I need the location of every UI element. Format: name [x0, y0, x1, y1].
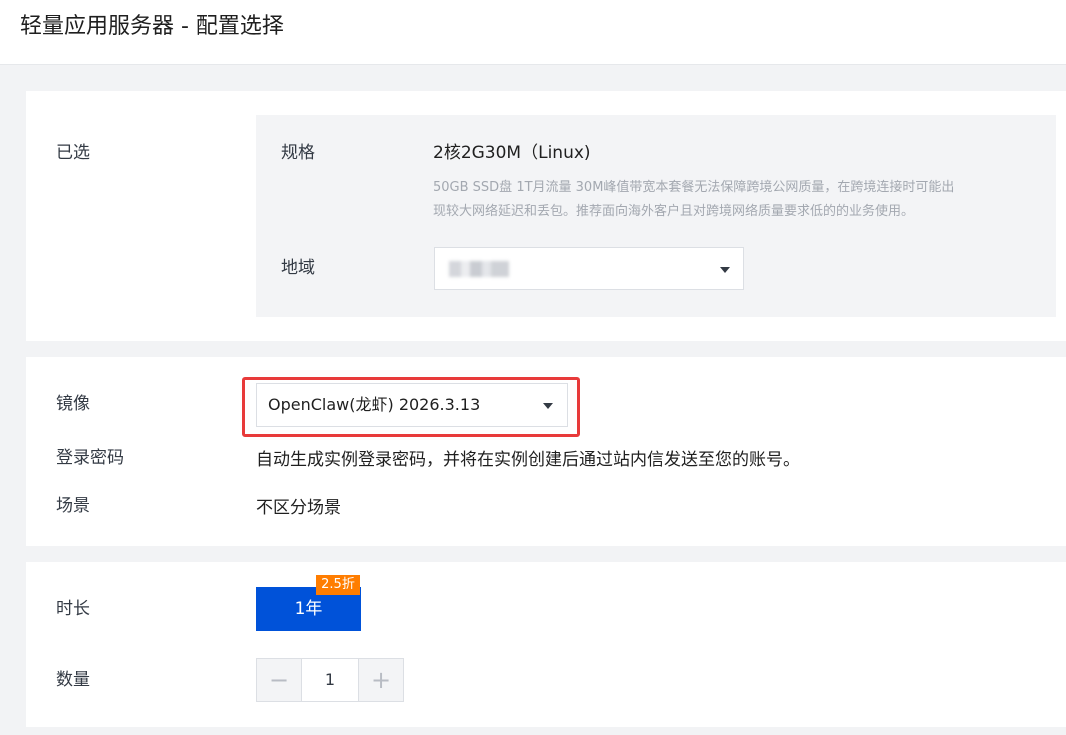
- chevron-down-icon: [720, 267, 730, 273]
- password-label: 登录密码: [56, 448, 124, 468]
- duration-label: 时长: [56, 599, 90, 619]
- increment-button[interactable]: +: [358, 659, 403, 701]
- selected-label: 已选: [56, 143, 90, 163]
- scene-label: 场景: [56, 496, 90, 516]
- password-text: 自动生成实例登录密码，并将在实例创建后通过站内信发送至您的账号。: [256, 450, 800, 470]
- selected-config-section: 已选 规格 2核2G30M（Linux) 50GB SSD盘 1T月流量 30M…: [26, 91, 1066, 341]
- selected-config-box: 规格 2核2G30M（Linux) 50GB SSD盘 1T月流量 30M峰值带…: [256, 115, 1056, 317]
- purchase-section: 时长 1年 2.5折 数量 − 1 +: [26, 562, 1066, 727]
- region-select[interactable]: [434, 247, 744, 290]
- image-label: 镜像: [56, 394, 90, 414]
- region-value-blurred: [449, 261, 509, 277]
- spec-name: 2核2G30M（Linux): [433, 143, 591, 163]
- spec-description-line-1: 50GB SSD盘 1T月流量 30M峰值带宽本套餐无法保障跨境公网质量，在跨境…: [433, 180, 955, 195]
- spec-label: 规格: [281, 143, 315, 163]
- discount-badge: 2.5折: [316, 575, 360, 595]
- spec-description: 50GB SSD盘 1T月流量 30M峰值带宽本套餐无法保障跨境公网质量，在跨境…: [433, 176, 1033, 224]
- spec-description-line-2: 现较大网络延迟和丢包。推荐面向海外客户且对跨境网络质量要求低的的业务使用。: [433, 204, 915, 219]
- highlight-box: [242, 377, 580, 437]
- decrement-button[interactable]: −: [257, 659, 302, 701]
- page-title: 轻量应用服务器 - 配置选择: [20, 14, 284, 39]
- image-section: 镜像 OpenClaw(龙虾) 2026.3.13 登录密码 自动生成实例登录密…: [26, 357, 1066, 546]
- page-header: 轻量应用服务器 - 配置选择: [0, 0, 1066, 65]
- scene-value: 不区分场景: [256, 498, 341, 518]
- quantity-label: 数量: [56, 670, 90, 690]
- quantity-input[interactable]: 1: [302, 659, 358, 701]
- region-label: 地域: [281, 258, 315, 278]
- quantity-stepper: − 1 +: [256, 658, 404, 702]
